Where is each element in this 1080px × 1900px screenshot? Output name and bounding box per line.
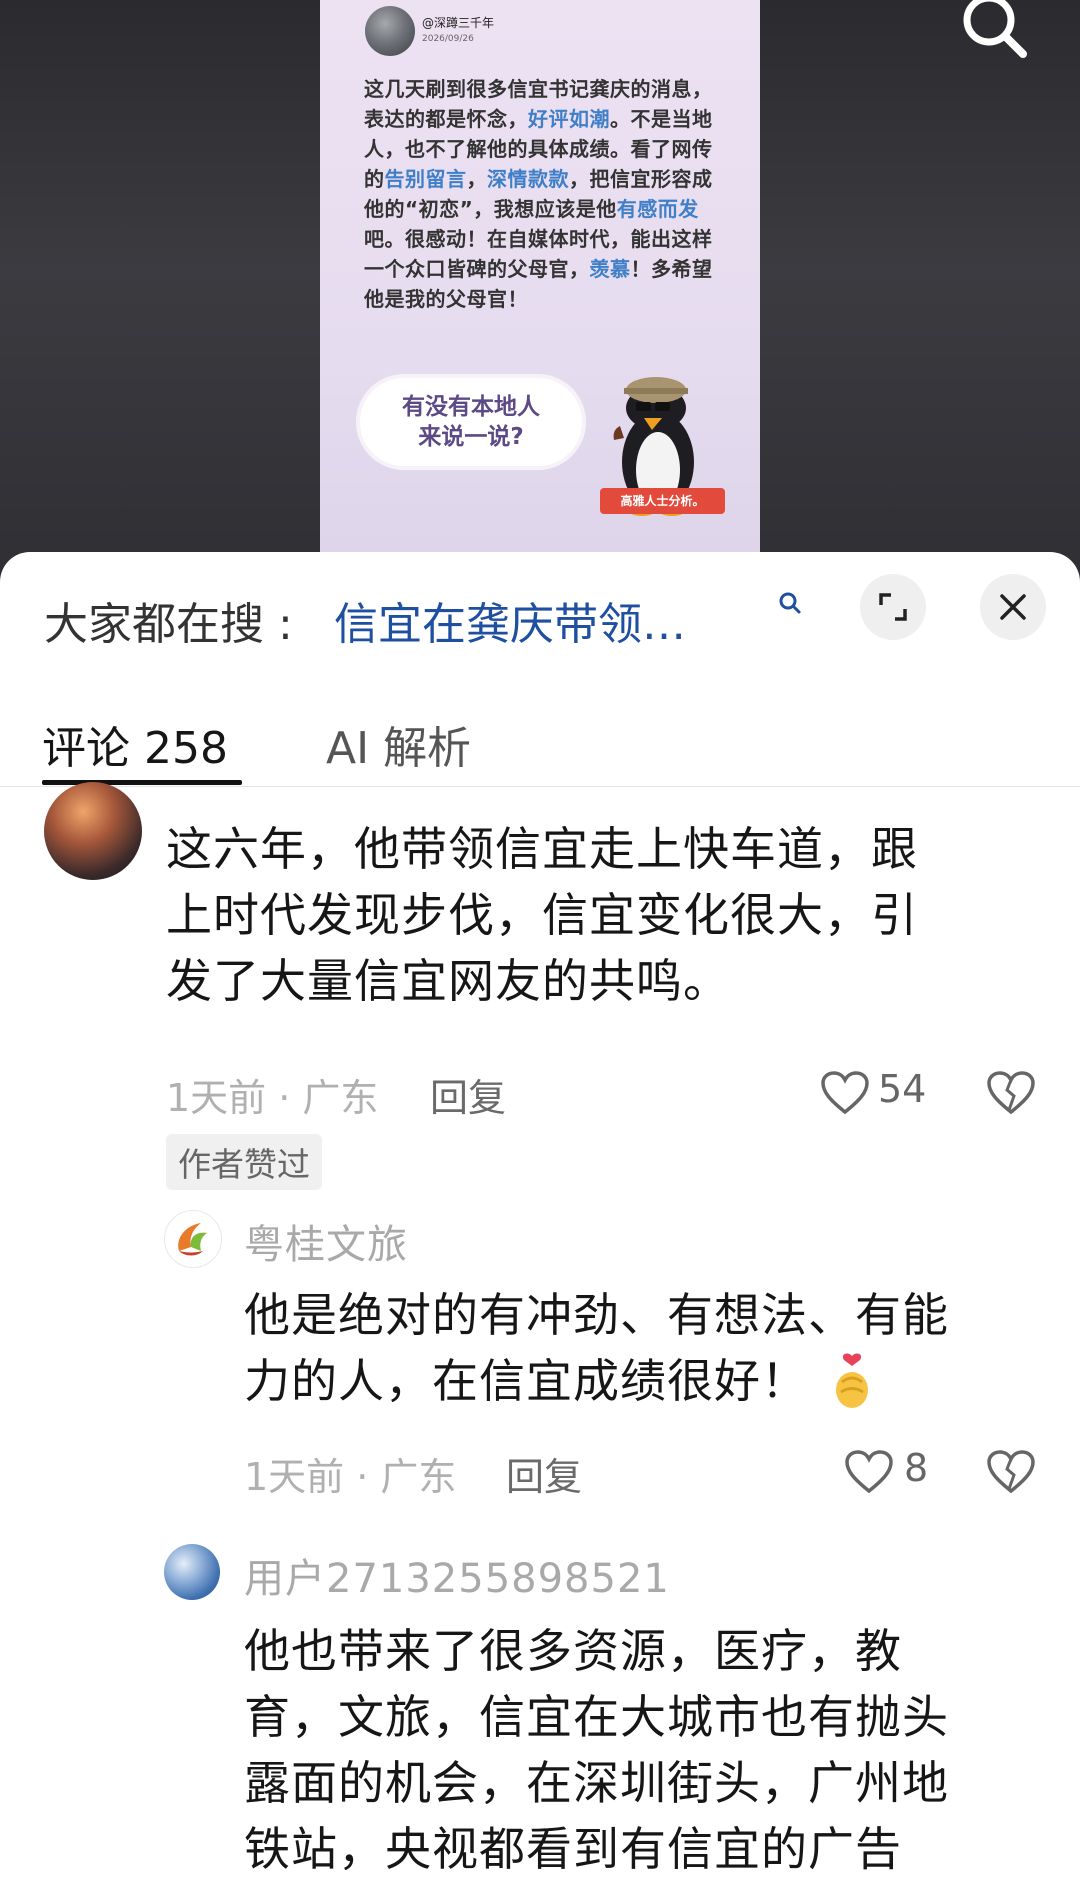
post-author-avatar	[365, 6, 415, 56]
expand-button[interactable]	[860, 574, 926, 640]
post-image: @深蹲三千年 2026/09/26 这几天刷到很多信宜书记龚庆的消息，表达的都是…	[320, 0, 760, 600]
reply-button[interactable]: 回复	[430, 1067, 506, 1122]
finger-heart-emoji-icon	[836, 1353, 868, 1408]
post-text-segment: ，	[466, 167, 487, 191]
reply-button[interactable]: 回复	[506, 1446, 582, 1501]
search-small-icon[interactable]	[777, 590, 803, 616]
bubble-line-1: 有没有本地人	[402, 394, 540, 420]
comment-text-line: 这六年，他带领信宜走上快车道，跟	[166, 822, 918, 876]
comment-text-line: 上时代发现步伐，信宜变化很大，引	[166, 888, 918, 942]
like-heart-icon[interactable]	[820, 1070, 870, 1116]
post-highlight-text[interactable]: 有感而发	[617, 197, 699, 221]
comment-text-line: 力的人，在信宜成绩很好！	[244, 1354, 808, 1408]
author-liked-badge: 作者赞过	[166, 1134, 322, 1190]
bubble-line-2: 来说一说?	[418, 424, 524, 450]
comment-meta: 1天前 · 广东	[166, 1076, 379, 1120]
expand-icon	[879, 593, 907, 621]
comments-sheet: 大家都在搜 : 信宜在龚庆带领… 评论 258 AI 解析 这六年，他带领信宜走…	[0, 552, 1080, 1900]
like-count: 54	[878, 1067, 927, 1111]
trending-search-prefix: 大家都在搜 :	[44, 599, 293, 650]
post-highlight-text[interactable]: 好评如潮	[528, 107, 610, 131]
trending-search-bar[interactable]: 大家都在搜 : 信宜在龚庆带领…	[0, 552, 1080, 662]
dislike-broken-heart-icon[interactable]	[986, 1449, 1036, 1495]
comment-text-line: 露面的机会，在深圳街头，广州地	[244, 1756, 949, 1810]
close-icon	[1000, 594, 1026, 620]
like-heart-icon[interactable]	[844, 1449, 894, 1495]
trending-search-query[interactable]: 信宜在龚庆带领…	[334, 588, 764, 652]
video-player[interactable]: @深蹲三千年 2026/09/26 这几天刷到很多信宜书记龚庆的消息，表达的都是…	[0, 0, 1080, 600]
commenter-avatar[interactable]	[164, 1210, 222, 1268]
post-body-text: 这几天刷到很多信宜书记龚庆的消息，表达的都是怀念，好评如潮。不是当地人，也不了解…	[364, 74, 714, 314]
commenter-name[interactable]: 粤桂文旅	[244, 1212, 408, 1270]
comment-text-line: 发了大量信宜网友的共鸣。	[166, 954, 730, 1008]
post-author-handle: @深蹲三千年	[422, 16, 495, 30]
sticker-caption: 高雅人士分析。	[600, 488, 725, 514]
commenter-avatar[interactable]	[164, 1544, 220, 1600]
post-date: 2026/09/26	[422, 34, 474, 44]
active-tab-indicator	[42, 780, 242, 785]
comment-tabs: 评论 258 AI 解析	[0, 702, 1080, 787]
tab-comments[interactable]: 评论 258	[42, 712, 228, 776]
comment-text-line: 他也带来了很多资源，医疗，教	[244, 1624, 902, 1678]
comment-text-line: 铁站，央视都看到有信宜的广告	[244, 1822, 902, 1876]
search-icon[interactable]	[955, 0, 1035, 70]
commenter-avatar[interactable]	[44, 782, 142, 880]
like-count: 8	[904, 1446, 929, 1490]
speech-bubble: 有没有本地人 来说一说?	[360, 378, 582, 466]
comment-text-line: 育，文旅，信宜在大城市也有抛头	[244, 1690, 949, 1744]
tab-ai-analysis[interactable]: AI 解析	[326, 712, 471, 776]
post-highlight-text[interactable]: 深情款款	[487, 167, 569, 191]
comment-text-line: 他是绝对的有冲劲、有想法、有能	[244, 1288, 949, 1342]
comment-meta: 1天前 · 广东	[244, 1455, 457, 1499]
commenter-name[interactable]: 用户2713255898521	[244, 1546, 670, 1604]
post-highlight-text[interactable]: 告别留言	[385, 167, 467, 191]
close-button[interactable]	[980, 574, 1046, 640]
dislike-broken-heart-icon[interactable]	[986, 1070, 1036, 1116]
post-highlight-text[interactable]: 羡慕	[590, 257, 631, 281]
